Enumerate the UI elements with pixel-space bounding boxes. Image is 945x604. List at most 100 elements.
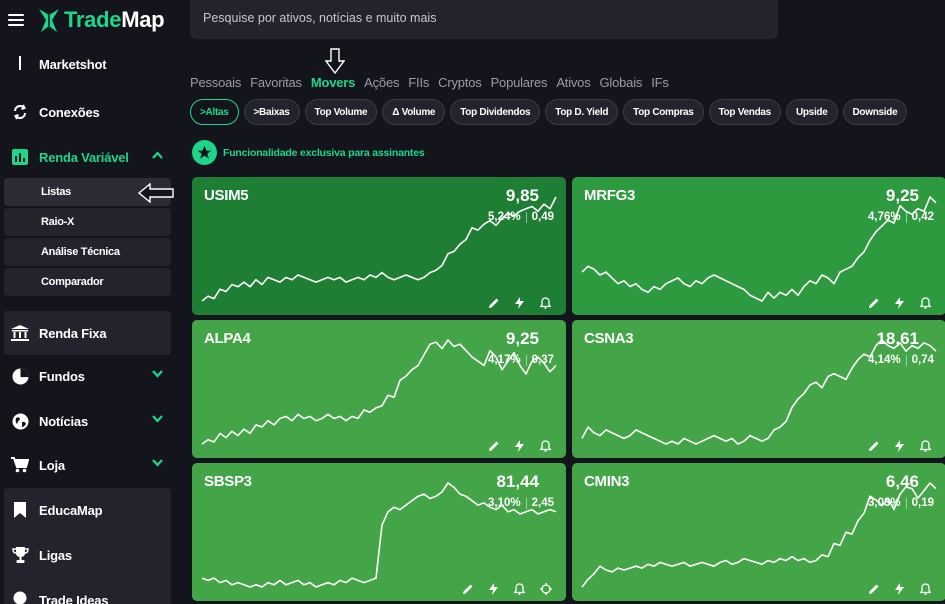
edit-icon[interactable]: [461, 582, 474, 595]
edit-icon[interactable]: [487, 296, 500, 309]
sidebar-item-conexoes[interactable]: Conexões: [4, 92, 171, 132]
chevron-down-icon[interactable]: [152, 370, 163, 378]
chip-altas[interactable]: >Altas: [190, 99, 239, 125]
bell-icon[interactable]: [539, 296, 552, 309]
chip-top-d-yield[interactable]: Top D. Yield: [545, 99, 619, 125]
tab-ifs[interactable]: IFs: [651, 75, 669, 90]
pointer-arrow-down-icon: [325, 48, 345, 74]
crosshair-icon[interactable]: [539, 582, 552, 595]
chip-downside[interactable]: Downside: [842, 99, 908, 125]
mover-card[interactable]: CMIN3 6,46 3,03% 0,19: [572, 463, 945, 601]
bell-icon[interactable]: [919, 582, 932, 595]
change-percent: 4,76%: [868, 211, 901, 223]
sidebar-item-educamap[interactable]: EducaMap: [4, 490, 171, 530]
edit-icon[interactable]: [867, 582, 880, 595]
exclusive-notice-text: Funcionalidade exclusiva para assinantes: [223, 146, 425, 159]
change-separator: [905, 354, 907, 366]
trophy-icon: [10, 545, 30, 565]
sidebar-subitem-label: Raio-X: [41, 216, 75, 228]
mover-card[interactable]: MRFG3 9,25 4,76% 0,42: [572, 177, 945, 315]
tab-cryptos[interactable]: Cryptos: [438, 75, 482, 90]
tab-populares[interactable]: Populares: [491, 75, 548, 90]
edit-icon[interactable]: [487, 439, 500, 452]
sidebar-item-renda-fixa[interactable]: Renda Fixa: [4, 311, 171, 355]
menu-icon[interactable]: [8, 14, 24, 26]
bolt-icon[interactable]: [513, 439, 526, 452]
pie-chart-icon: [10, 366, 30, 386]
filter-chips: >Altas >Baixas Top Volume Δ Volume Top D…: [190, 99, 912, 125]
ticker-symbol: ALPA4: [204, 330, 251, 347]
ticker-price: 9,25: [885, 186, 919, 205]
sidebar-item-fundos[interactable]: Fundos: [4, 356, 171, 396]
sidebar-subitem-analise-tecnica[interactable]: Análise Técnica: [4, 238, 171, 266]
sidebar-item-noticias[interactable]: Notícias: [4, 401, 171, 441]
ticker-symbol: USIM5: [204, 187, 249, 204]
chip-top-compras[interactable]: Top Compras: [623, 99, 704, 125]
search-input[interactable]: [190, 0, 778, 39]
bell-icon[interactable]: [919, 439, 932, 452]
change-percent: 3,03%: [868, 497, 901, 509]
sidebar-item-ligas[interactable]: Ligas: [4, 535, 171, 575]
sync-icon: [10, 102, 30, 122]
ticker-price: 18,61: [876, 329, 919, 348]
sidebar-subitem-raio-x[interactable]: Raio-X: [4, 208, 171, 236]
ticker-change: 4,17% 0,37: [488, 354, 554, 366]
bell-icon[interactable]: [513, 582, 526, 595]
ticker-change: 3,10% 2,45: [488, 497, 554, 509]
edit-icon[interactable]: [867, 296, 880, 309]
tab-fiis[interactable]: FIIs: [408, 75, 429, 90]
sidebar-item-trade-ideas[interactable]: Trade Ideas: [4, 580, 171, 604]
bell-icon[interactable]: [539, 439, 552, 452]
tab-pessoais[interactable]: Pessoais: [190, 75, 241, 90]
chip-top-volume[interactable]: Top Volume: [304, 99, 378, 125]
ticker-symbol: CMIN3: [584, 473, 630, 490]
bolt-icon[interactable]: [893, 296, 906, 309]
card-actions: [448, 582, 552, 595]
bolt-icon[interactable]: [893, 582, 906, 595]
chip-upside[interactable]: Upside: [785, 99, 838, 125]
tab-globais[interactable]: Globais: [600, 75, 643, 90]
bolt-icon[interactable]: [893, 439, 906, 452]
trademap-logo-icon: [39, 9, 59, 32]
change-separator: [525, 211, 527, 223]
ticker-symbol: CSNA3: [584, 330, 634, 347]
chevron-down-icon[interactable]: [152, 415, 163, 423]
star-icon: [192, 140, 217, 165]
bolt-icon[interactable]: [487, 582, 500, 595]
bolt-icon[interactable]: [513, 296, 526, 309]
sidebar-item-loja[interactable]: Loja: [4, 445, 171, 485]
mover-card[interactable]: USIM5 9,85 5,24% 0,49: [192, 177, 566, 315]
chip-top-vendas[interactable]: Top Vendas: [708, 99, 781, 125]
chevron-down-icon[interactable]: [152, 459, 163, 467]
chip-top-dividendos[interactable]: Top Dividendos: [450, 99, 541, 125]
ticker-symbol: SBSP3: [204, 473, 252, 490]
change-separator: [525, 497, 527, 509]
brand-name[interactable]: TradeMap: [64, 7, 165, 33]
bell-icon[interactable]: [919, 296, 932, 309]
bank-icon: [10, 323, 30, 343]
card-actions: [854, 439, 932, 452]
chip-delta-volume[interactable]: Δ Volume: [382, 99, 446, 125]
tab-favoritas[interactable]: Favoritas: [250, 75, 302, 90]
tab-ativos[interactable]: Ativos: [556, 75, 590, 90]
sidebar-item-renda-variavel[interactable]: Renda Variável: [4, 137, 171, 177]
change-delta: 0,19: [911, 497, 934, 509]
mover-card[interactable]: SBSP3 81,44 3,10% 2,45: [192, 463, 566, 601]
bookmark-icon: [10, 500, 30, 520]
chip-baixas[interactable]: >Baixas: [243, 99, 300, 125]
globe-icon: [10, 411, 30, 431]
ticker-change: 5,24% 0,49: [488, 211, 554, 223]
tab-movers[interactable]: Movers: [311, 75, 356, 90]
sidebar-subitem-comparador[interactable]: Comparador: [4, 268, 171, 296]
tab-acoes[interactable]: Ações: [364, 75, 399, 90]
card-actions: [854, 582, 932, 595]
card-actions: [474, 439, 552, 452]
ticker-price: 81,44: [496, 472, 539, 491]
edit-icon[interactable]: [867, 439, 880, 452]
chevron-up-icon[interactable]: [152, 151, 163, 159]
bar-chart-icon: [10, 147, 30, 167]
sidebar-item-partial[interactable]: Marketshot: [4, 52, 171, 76]
sidebar-item-label: Loja: [39, 457, 65, 473]
mover-card[interactable]: CSNA3 18,61 4,14% 0,74: [572, 320, 945, 458]
mover-card[interactable]: ALPA4 9,25 4,17% 0,37: [192, 320, 566, 458]
